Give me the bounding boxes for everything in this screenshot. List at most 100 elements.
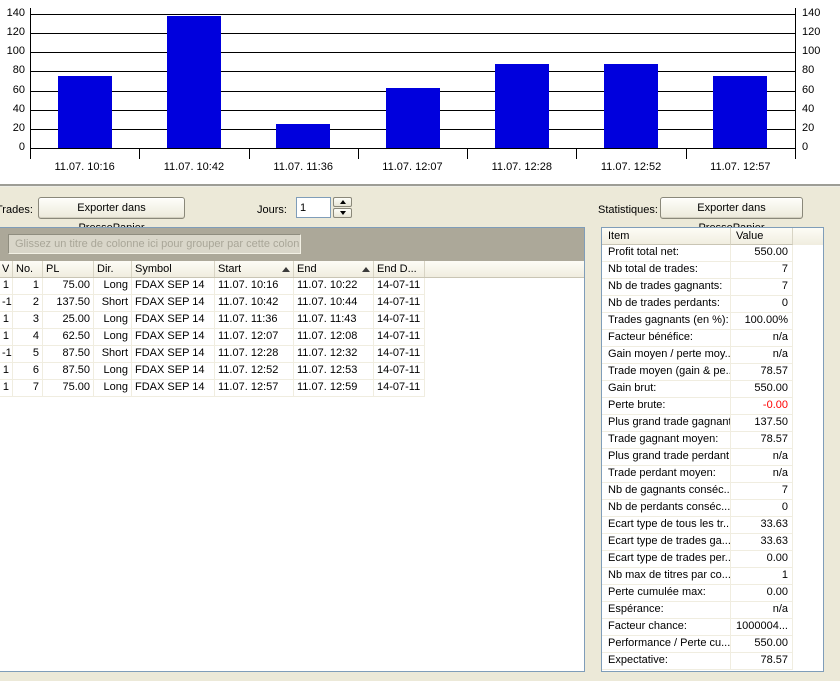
export-statistics-button[interactable]: Exporter dans PressePapier — [660, 197, 803, 234]
column-header-symbol[interactable]: Symbol — [132, 261, 215, 277]
stats-row: Gain moyen / perte moy... n/a — [602, 347, 823, 364]
stats-header-item[interactable]: Item — [602, 228, 731, 245]
y-axis-label-right: 0 — [802, 141, 809, 153]
stats-item-value: 78.57 — [731, 364, 793, 381]
table-cell: 11.07. 10:42 — [215, 295, 294, 312]
column-header-label: Dir. — [97, 263, 114, 275]
column-header-end[interactable]: End — [294, 261, 374, 277]
x-axis-tick — [139, 148, 141, 159]
table-cell: Short — [94, 346, 132, 363]
stats-item-value: 1000004... — [731, 619, 793, 636]
column-header-label: No. — [16, 263, 34, 275]
table-cell: 11.07. 10:16 — [215, 278, 294, 295]
y-axis-label-right: 140 — [802, 7, 821, 19]
table-cell: 11.07. 12:57 — [215, 380, 294, 397]
column-header-label: End — [297, 263, 317, 275]
table-cell: 14-07-11 — [374, 380, 425, 397]
table-cell: 14-07-11 — [374, 295, 425, 312]
column-header-label: PL — [46, 263, 60, 275]
table-cell: FDAX SEP 14 — [132, 295, 215, 312]
stats-item-value: 550.00 — [731, 245, 793, 262]
trades-rows: 1 1 75.00 Long FDAX SEP 14 11.07. 10:16 11.07.… — [0, 278, 584, 397]
stats-row: Trade moyen (gain & pe... 78.57 — [602, 364, 823, 381]
table-cell: 62.50 — [43, 329, 94, 346]
column-header-start[interactable]: Start — [215, 261, 294, 277]
column-header-pl[interactable]: PL — [43, 261, 94, 277]
stats-item-label: Expectative: — [602, 653, 731, 670]
table-cell: 1 — [13, 278, 43, 295]
stats-item-value: 550.00 — [731, 636, 793, 653]
stats-item-value: n/a — [731, 449, 793, 466]
stats-item-label: Profit total net: — [602, 245, 731, 262]
table-row[interactable]: 1 3 25.00 Long FDAX SEP 14 11.07. 11:36 11.07.… — [0, 312, 584, 329]
jours-spin-down-button[interactable] — [333, 208, 352, 218]
table-cell: Long — [94, 278, 132, 295]
stats-row: Ecart type de trades per... 0.00 — [602, 551, 823, 568]
jours-label: Jours: — [257, 204, 287, 216]
stats-item-value: 550.00 — [731, 381, 793, 398]
stats-rows: Profit total net: 550.00 Nb total de trade… — [602, 245, 823, 670]
stats-item-value: 0 — [731, 296, 793, 313]
table-cell: 2 — [13, 295, 43, 312]
stats-row: Nb de perdants conséc... 0 — [602, 500, 823, 517]
y-axis-label-right: 40 — [802, 102, 815, 115]
stats-item-label: Facteur bénéfice: — [602, 330, 731, 347]
stats-item-label: Ecart type de trades ga... — [602, 534, 731, 551]
table-cell: 14-07-11 — [374, 278, 425, 295]
stats-row: Trade perdant moyen: n/a — [602, 466, 823, 483]
y-gridline — [30, 52, 795, 54]
stats-item-value: 0 — [731, 500, 793, 517]
table-row[interactable]: -1 5 87.50 Short FDAX SEP 14 11.07. 12:28 11.0… — [0, 346, 584, 363]
stats-item-label: Perte cumulée max: — [602, 585, 731, 602]
stats-item-value: n/a — [731, 330, 793, 347]
x-axis-label: 11.07. 12:07 — [382, 161, 443, 173]
table-cell: FDAX SEP 14 — [132, 346, 215, 363]
column-header-label: V — [2, 263, 9, 275]
table-cell: 11.07. 12:07 — [215, 329, 294, 346]
column-header-no[interactable]: No. — [13, 261, 43, 277]
table-cell: FDAX SEP 14 — [132, 363, 215, 380]
group-by-panel[interactable]: Glissez un titre de colonne ici pour gro… — [0, 228, 584, 261]
stats-item-label: Ecart type de trades per... — [602, 551, 731, 568]
y-axis-line-left — [30, 8, 31, 159]
table-cell: 11.07. 12:52 — [215, 363, 294, 380]
table-cell: Long — [94, 363, 132, 380]
table-row[interactable]: 1 1 75.00 Long FDAX SEP 14 11.07. 10:16 11.07.… — [0, 278, 584, 295]
x-axis-tick — [357, 148, 359, 159]
x-axis-tick — [467, 148, 469, 159]
table-cell: 4 — [13, 329, 43, 346]
bar — [713, 76, 768, 148]
x-axis-label: 11.07. 10:42 — [163, 161, 225, 173]
table-row[interactable]: -1 2 137.50 Short FDAX SEP 14 11.07. 10:42 11.… — [0, 295, 584, 312]
stats-item-label: Espérance: — [602, 602, 731, 619]
stats-row: Perte brute: -0.00 — [602, 398, 823, 415]
x-axis-label: 11.07. 11:36 — [273, 161, 333, 173]
x-axis-label: 11.07. 12:57 — [710, 161, 771, 173]
table-cell: 3 — [13, 312, 43, 329]
table-cell: FDAX SEP 14 — [132, 380, 215, 397]
stats-item-value: n/a — [731, 602, 793, 619]
stats-header-value[interactable]: Value — [731, 228, 793, 245]
column-header-endd[interactable]: End D... — [374, 261, 425, 277]
stats-header-row: Item Value — [602, 228, 823, 245]
stats-item-label: Trade perdant moyen: — [602, 466, 731, 483]
y-gridline — [30, 71, 795, 73]
bar — [166, 16, 221, 148]
table-cell: 11.07. 12:59 — [294, 380, 374, 397]
column-header-dir[interactable]: Dir. — [94, 261, 132, 277]
table-cell: -1 — [0, 295, 13, 312]
column-header-v[interactable]: V — [0, 261, 13, 277]
stats-item-value: 7 — [731, 483, 793, 500]
table-row[interactable]: 1 7 75.00 Long FDAX SEP 14 11.07. 12:57 11.07.… — [0, 380, 584, 397]
stats-row: Trade gagnant moyen: 78.57 — [602, 432, 823, 449]
jours-input[interactable] — [296, 197, 331, 218]
stats-item-label: Trades gagnants (en %): — [602, 313, 731, 330]
stats-row: Gain brut: 550.00 — [602, 381, 823, 398]
table-cell: 14-07-11 — [374, 346, 425, 363]
table-row[interactable]: 1 4 62.50 Long FDAX SEP 14 11.07. 12:07 11.07.… — [0, 329, 584, 346]
export-trades-button[interactable]: Exporter dans PressePapier — [38, 197, 185, 234]
table-row[interactable]: 1 6 87.50 Long FDAX SEP 14 11.07. 12:52 11.07.… — [0, 363, 584, 380]
spin-up-icon — [339, 200, 346, 204]
jours-spin-up-button[interactable] — [333, 197, 352, 207]
y-axis-line-right — [795, 8, 796, 159]
